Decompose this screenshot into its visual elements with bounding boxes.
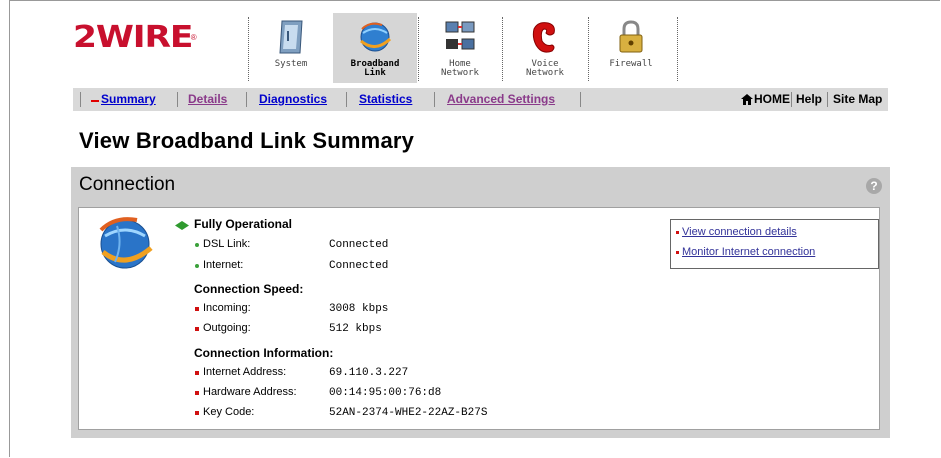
home-network-icon <box>445 21 475 50</box>
bullet-green <box>195 264 199 268</box>
broadband-globe-icon <box>99 217 153 269</box>
subnav-details[interactable]: Details <box>188 92 227 106</box>
key-code-value: 52AN-2374-WHE2-22AZ-B27S <box>329 407 488 419</box>
outgoing-label: Outgoing: <box>203 322 251 334</box>
page-title: View Broadband Link Summary <box>79 128 415 153</box>
subnav-advanced-settings[interactable]: Advanced Settings <box>447 92 555 106</box>
subnav-bar: Summary Details Diagnostics Statistics A… <box>73 88 888 111</box>
bullet-red <box>195 307 199 311</box>
tab-home-network[interactable]: Home Network <box>418 13 502 83</box>
help-link[interactable]: Help <box>796 92 822 106</box>
tab-home-network-label: Home Network <box>441 59 479 78</box>
bullet-red <box>195 327 199 331</box>
tab-firewall[interactable]: Firewall <box>589 13 673 83</box>
nav-divider <box>677 17 678 81</box>
hardware-address-value: 00:14:95:00:76:d8 <box>329 387 442 399</box>
logo-text: 2WIRE <box>73 19 193 55</box>
hardware-address-label: Hardware Address: <box>203 386 297 398</box>
system-icon <box>279 20 303 54</box>
view-connection-details-link[interactable]: View connection details <box>682 226 797 238</box>
info-heading: Connection Information: <box>194 346 334 360</box>
panel-title: Connection <box>79 174 176 195</box>
bullet-red <box>195 371 199 375</box>
brand-logo[interactable]: 2WIRE ® <box>73 20 197 55</box>
bullet-green <box>195 243 199 247</box>
dsl-link-label: DSL Link: <box>203 238 251 250</box>
subnav-divider <box>246 92 247 107</box>
site-map-link[interactable]: Site Map <box>833 92 882 106</box>
internet-value: Connected <box>329 260 389 272</box>
subnav-divider <box>791 92 792 107</box>
subnav-divider <box>434 92 435 107</box>
help-question-icon[interactable]: ? <box>866 178 882 194</box>
subnav-divider <box>827 92 828 107</box>
subnav-divider <box>177 92 178 107</box>
tab-voice-network[interactable]: Voice Network <box>503 13 587 83</box>
internet-address-label: Internet Address: <box>203 366 287 378</box>
bullet-red <box>676 231 679 234</box>
subnav-divider <box>580 92 581 107</box>
internet-address-value: 69.110.3.227 <box>329 367 409 379</box>
subnav-statistics[interactable]: Statistics <box>359 92 412 106</box>
tab-voice-network-label: Voice Network <box>526 59 564 78</box>
key-code-label: Key Code: <box>203 406 255 418</box>
tab-broadband-label: Broadband Link <box>350 59 400 78</box>
status-heading: Fully Operational <box>194 217 293 231</box>
bullet-red <box>676 251 679 254</box>
tab-system-label: System <box>274 59 308 69</box>
tab-system[interactable]: System <box>249 13 333 83</box>
status-ok-icon <box>175 221 189 230</box>
subnav-summary[interactable]: Summary <box>101 92 156 106</box>
connection-panel: Connection ? <box>71 167 890 438</box>
globe-icon <box>360 22 392 52</box>
connection-links-box: View connection details Monitor Internet… <box>670 219 879 269</box>
monitor-internet-connection-link[interactable]: Monitor Internet connection <box>682 246 815 258</box>
dsl-link-value: Connected <box>329 239 389 251</box>
subnav-divider <box>346 92 347 107</box>
subnav-diagnostics[interactable]: Diagnostics <box>259 92 327 106</box>
house-icon <box>741 94 753 105</box>
home-link[interactable]: HOME <box>754 92 790 106</box>
bullet-red <box>195 411 199 415</box>
internet-label: Internet: <box>203 259 244 271</box>
tab-firewall-label: Firewall <box>609 59 653 69</box>
speed-heading: Connection Speed: <box>194 282 304 296</box>
bullet-red <box>195 391 199 395</box>
subnav-divider <box>80 92 81 107</box>
lock-icon <box>619 20 643 53</box>
incoming-label: Incoming: <box>203 302 251 314</box>
tab-broadband-link[interactable]: Broadband Link <box>333 13 417 83</box>
phone-icon <box>532 22 555 53</box>
incoming-value: 3008 kbps <box>329 303 389 315</box>
current-page-marker <box>91 100 99 102</box>
outgoing-value: 512 kbps <box>329 323 382 335</box>
